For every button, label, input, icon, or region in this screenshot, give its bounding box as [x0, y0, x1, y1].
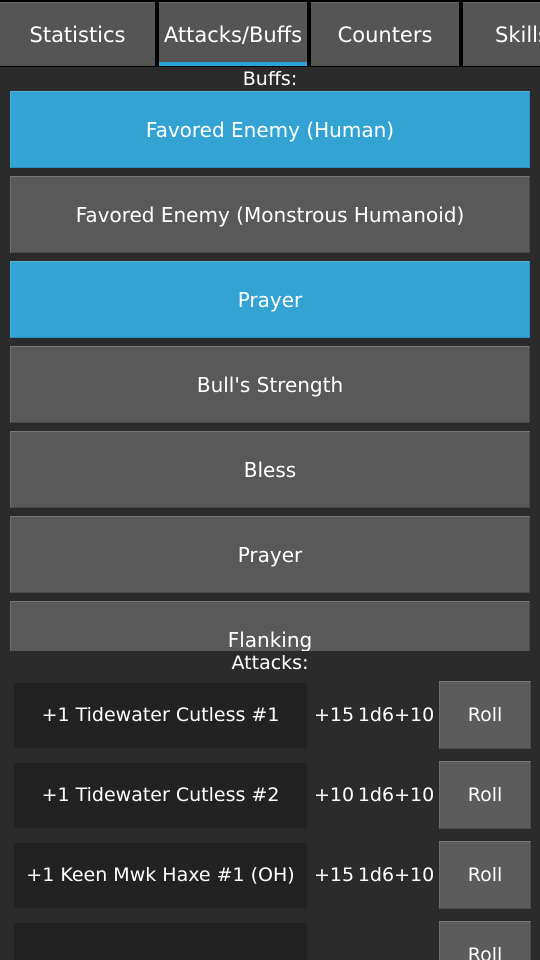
buff-label: Favored Enemy (Monstrous Humanoid) [75, 202, 465, 227]
roll-button[interactable]: Roll [439, 841, 531, 909]
buff-label: Flanking [227, 627, 313, 652]
attack-damage: 1d6+10 [357, 864, 435, 886]
attack-bonus: +10 [313, 784, 355, 806]
character-sheet-screen: Statistics Attacks/Buffs Counters Skills… [0, 0, 540, 960]
attacks-list[interactable]: +1 Tidewater Cutless #1 +15 1d6+10 Roll … [0, 675, 540, 960]
attack-name[interactable]: +1 Keen Mwk Haxe #1 (OH) [14, 842, 307, 908]
attack-bonus: +15 [313, 704, 355, 726]
attack-row[interactable]: +1 Tidewater Cutless #1 +15 1d6+10 Roll [14, 675, 531, 755]
tab-attacks-buffs-label: Attacks/Buffs [163, 22, 303, 47]
buff-label: Favored Enemy (Human) [145, 117, 395, 142]
attack-name[interactable] [14, 922, 307, 960]
buff-label: Bless [243, 457, 297, 482]
attack-row[interactable]: Roll [14, 915, 531, 960]
buffs-list[interactable]: Favored Enemy (Human) Favored Enemy (Mon… [0, 91, 540, 651]
attacks-section-heading: Attacks: [0, 651, 540, 675]
buff-item[interactable]: Prayer [10, 516, 530, 593]
roll-button[interactable]: Roll [439, 681, 531, 749]
tab-counters[interactable]: Counters [311, 2, 459, 66]
roll-button[interactable]: Roll [439, 761, 531, 829]
attack-row[interactable]: +1 Tidewater Cutless #2 +10 1d6+10 Roll [14, 755, 531, 835]
tab-skills[interactable]: Skills [463, 2, 540, 66]
tab-skills-label: Skills [495, 22, 540, 47]
attack-name[interactable]: +1 Tidewater Cutless #2 [14, 762, 307, 828]
tab-statistics[interactable]: Statistics [0, 2, 155, 66]
buff-item[interactable]: Flanking [10, 601, 530, 651]
buff-item[interactable]: Favored Enemy (Human) [10, 91, 530, 168]
tab-bar: Statistics Attacks/Buffs Counters Skills [0, 0, 540, 67]
buff-label: Bull's Strength [196, 372, 344, 397]
attack-row[interactable]: +1 Keen Mwk Haxe #1 (OH) +15 1d6+10 Roll [14, 835, 531, 915]
tab-counters-label: Counters [337, 22, 433, 47]
buff-item[interactable]: Prayer [10, 261, 530, 338]
buff-item[interactable]: Favored Enemy (Monstrous Humanoid) [10, 176, 530, 253]
attack-name[interactable]: +1 Tidewater Cutless #1 [14, 682, 307, 748]
roll-button[interactable]: Roll [439, 921, 531, 960]
attack-damage: 1d6+10 [357, 704, 435, 726]
attack-bonus: +15 [313, 864, 355, 886]
tab-attacks-buffs[interactable]: Attacks/Buffs [159, 2, 307, 66]
buff-label: Prayer [237, 542, 303, 567]
attack-damage: 1d6+10 [357, 784, 435, 806]
buff-label: Prayer [237, 287, 303, 312]
tab-statistics-label: Statistics [29, 22, 126, 47]
buff-item[interactable]: Bless [10, 431, 530, 508]
buff-item[interactable]: Bull's Strength [10, 346, 530, 423]
buffs-section-heading: Buffs: [0, 67, 540, 91]
